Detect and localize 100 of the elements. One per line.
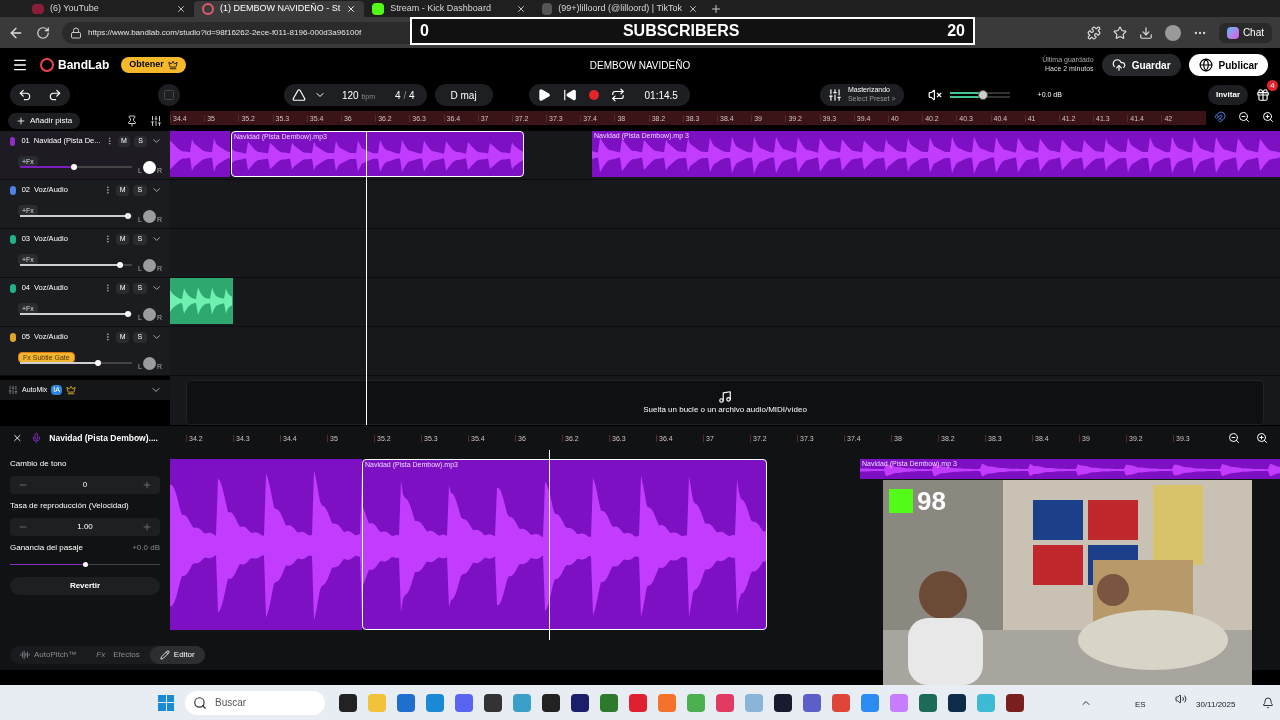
reverse-button[interactable]: Revertir [10,577,160,595]
date-text[interactable]: 30/11/2025 [1196,699,1236,711]
notification-badge: 4 [1267,80,1278,91]
save-button[interactable]: Guardar [1101,54,1181,76]
zoom-in-icon[interactable] [1262,111,1274,123]
app-icon[interactable] [542,693,560,712]
pan-knob[interactable] [142,259,156,272]
search-icon [193,695,207,710]
magnet-icon[interactable] [1214,111,1226,123]
sliders-icon [827,88,842,102]
audio-clip[interactable] [170,131,230,177]
rate-label: Tasa de reproducción (Velocidad) [10,500,130,512]
time-signature[interactable]: 4 / 4 [395,87,415,103]
music-note-icon [718,389,732,404]
counter-label: SUBSCRIBERS [622,21,740,41]
menu-icon[interactable] [12,57,28,73]
upgrade-button[interactable]: Obtener [121,57,186,73]
avatar-icon[interactable] [1164,24,1181,41]
app-icon[interactable] [339,693,357,712]
reload-icon[interactable] [36,25,50,40]
drop-hint: Suelta un bucle o un archivo audio/MIDI/vídeo [643,403,807,416]
pan-knob[interactable] [142,210,156,223]
add-track-button[interactable]: Añadir pista [8,113,81,129]
close-icon[interactable] [12,432,23,444]
app-icon[interactable] [1006,693,1024,712]
panel-tab[interactable]: Fx Efectos [86,646,150,664]
skip-back-icon[interactable] [562,88,577,102]
tab-title: (1) DEMBOW NAVIDEÑO - St [220,2,341,16]
new-tab-icon[interactable] [710,3,723,15]
plus-icon [16,116,26,126]
volume-thumb[interactable] [977,90,988,100]
crown-icon [65,385,76,395]
pan-knob[interactable] [142,161,156,174]
chat-button[interactable]: Chat [1218,22,1272,43]
counter-value: 0 [420,21,429,41]
extension-icon[interactable] [1086,25,1101,40]
volume-icon[interactable] [1175,693,1187,705]
zoom-out-icon[interactable] [1238,111,1250,123]
app-icon[interactable] [774,693,792,712]
app-icon[interactable] [484,693,502,712]
search-placeholder: Buscar [215,696,247,710]
loop-icon[interactable] [610,88,625,102]
pitch-label: Cambio de tono [10,458,68,470]
favorites-icon[interactable] [1112,25,1127,40]
mic-icon [30,432,42,444]
publish-button[interactable]: Publicar [1188,54,1268,76]
windows-logo-icon[interactable] [158,694,174,711]
close-icon[interactable] [176,4,186,14]
waveform [170,286,233,316]
volume-thumb[interactable] [95,360,102,366]
pan-knob[interactable] [142,357,156,370]
zoom-in-icon[interactable] [1256,432,1268,444]
panel-tab[interactable]: AutoPitch™ [10,646,87,664]
tool-icon[interactable] [150,115,162,127]
undo-icon[interactable] [18,88,32,102]
mute-icon[interactable] [927,88,942,102]
brand-name: BandLab [58,57,110,74]
tool-icon[interactable] [126,115,138,127]
volume-thumb[interactable] [124,213,131,219]
crown-icon [167,60,178,70]
browser-tab[interactable]: (1) DEMBOW NAVIDEÑO - St [194,1,365,17]
tab-title: Stream - Kick Dashboard [390,2,492,16]
app-icon[interactable] [948,693,966,712]
play-icon[interactable] [536,88,551,102]
close-icon[interactable] [688,4,699,14]
browser-tab[interactable]: Stream - Kick Dashboard [364,1,535,17]
search-field[interactable]: Buscar [185,690,325,715]
gain-value: +0.0 dB [132,542,160,554]
pan-knob[interactable] [142,308,156,321]
viewer-count: 98 [917,488,946,514]
time-display: 01:14.5 [644,88,678,103]
invite-button[interactable]: Invitar [1208,85,1248,105]
close-icon[interactable] [346,4,357,14]
close-icon[interactable] [516,4,527,14]
app-icon[interactable] [571,693,589,712]
clip-name: Navidad (Pista Dembow).... [49,431,158,445]
panel-tab[interactable]: Editor [149,646,205,664]
gain-thumb[interactable] [83,562,88,567]
key-button[interactable]: D maj [434,84,493,106]
redo-icon[interactable] [48,88,62,102]
volume-thumb[interactable] [70,164,77,170]
browser-tab[interactable]: (99+)lilloord (@lilloord) | TikTok [534,1,707,17]
rate-value: 1.00 [76,521,94,533]
volume-thumb[interactable] [116,262,123,268]
volume-thumb[interactable] [124,311,131,317]
tab-title: (6) YouTube [50,2,100,16]
zoom-out-icon[interactable] [1228,432,1240,444]
record-icon[interactable] [588,90,599,100]
gift-icon[interactable] [1256,88,1270,102]
gain-label: Ganancia del pasaje [10,542,83,554]
volume-slider[interactable] [949,89,1010,101]
notification-icon[interactable] [1262,697,1274,709]
language-indicator[interactable]: ES [1135,699,1146,711]
automix-icon [8,385,18,395]
browser-tab[interactable]: (6) YouTube [24,1,194,17]
audio-clip[interactable] [170,278,233,324]
url-text: https://www.bandlab.com/studio?id=98f16262-2ece-f011-8196-000d3a96100f [88,26,362,39]
download-icon[interactable] [1138,25,1153,40]
pitch-value: 0 [81,479,89,491]
record-icon [202,3,214,15]
